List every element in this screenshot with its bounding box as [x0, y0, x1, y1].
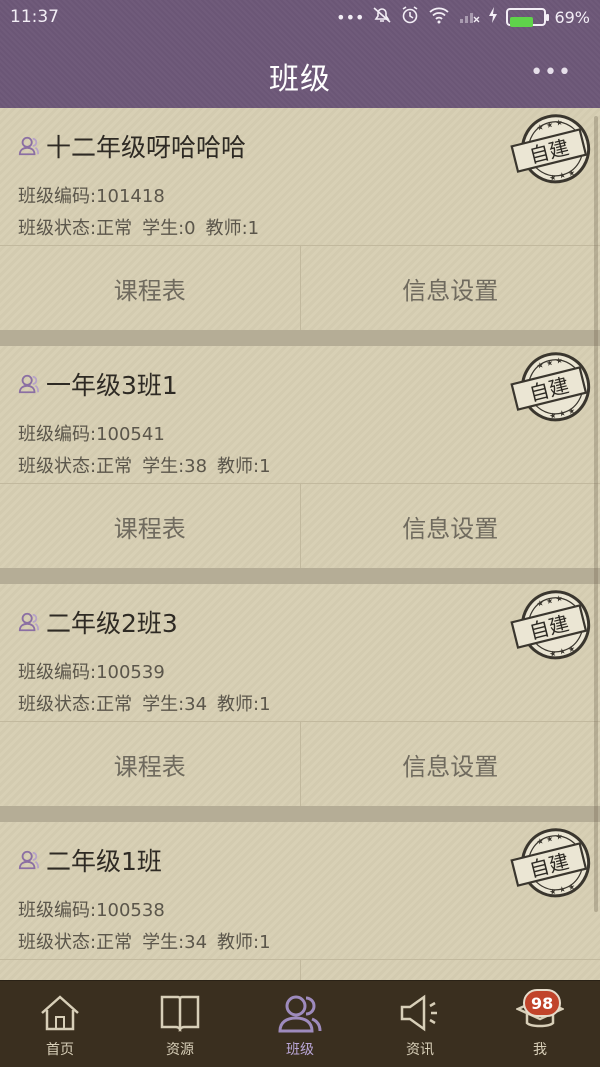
teacher-count: 教师:1	[217, 932, 271, 953]
class-status-line: 班级状态:正常 学生:34 教师:1	[18, 928, 281, 954]
status-icons: ••• 69%	[336, 6, 590, 28]
info-settings-button[interactable]: 信息设置	[299, 722, 600, 806]
class-actions: 课程表信息设置	[0, 483, 600, 568]
class-status-line: 班级状态:正常 学生:0 教师:1	[18, 214, 269, 240]
class-status: 班级状态:正常	[18, 694, 133, 715]
class-code: 班级编码:100538	[18, 900, 165, 921]
class-status-line: 班级状态:正常 学生:34 教师:1	[18, 690, 281, 716]
schedule-button[interactable]: 课程表	[0, 246, 300, 330]
class-list[interactable]: 十二年级呀哈哈哈 班级编码:101418 班级状态:正常 学生:0 教师:1 ★ ★ ★ ★…	[0, 108, 600, 980]
class-actions: 课程表信息设置	[0, 245, 600, 330]
tab-label: 首页	[46, 1042, 74, 1058]
class-name: 十二年级呀哈哈哈	[18, 128, 246, 164]
signal-icon	[458, 6, 480, 28]
class-status: 班级状态:正常	[18, 932, 133, 953]
stamp-icon: ★ ★ ★★ ★ ★自建	[510, 352, 591, 422]
info-settings-button[interactable]: 信息设置	[299, 484, 600, 568]
mute-icon	[372, 6, 392, 28]
class-name-text: 二年级1班	[46, 847, 162, 876]
battery-fill	[510, 17, 533, 27]
schedule-button[interactable]: 课程表	[0, 960, 300, 980]
info-settings-button[interactable]: 信息设置	[299, 246, 600, 330]
person-icon	[18, 374, 40, 394]
teacher-count: 教师:1	[205, 218, 260, 239]
class-card[interactable]: 十二年级呀哈哈哈班级编码:101418 班级状态:正常 学生:0 教师:1 ★ ★ ★ ★…	[0, 108, 600, 330]
student-count: 学生:34	[142, 932, 208, 953]
tab-label: 我	[533, 1042, 547, 1058]
megaphone-icon	[398, 981, 442, 1037]
student-count: 学生:38	[142, 456, 208, 477]
alarm-icon	[400, 6, 420, 28]
page-title: 班级	[269, 62, 331, 97]
teacher-count: 教师:1	[217, 694, 271, 715]
class-code: 班级编码:101418	[18, 186, 165, 207]
class-name-text: 十二年级呀哈哈哈	[46, 133, 247, 162]
wifi-icon	[428, 6, 450, 28]
tab-megaphone[interactable]: 资讯	[360, 981, 480, 1067]
class-status: 班级状态:正常	[18, 218, 133, 239]
more-dots-icon: •••	[336, 7, 365, 27]
class-name-text: 二年级2班3	[46, 609, 178, 638]
student-count: 学生:34	[142, 694, 208, 715]
tab-book[interactable]: 资源	[120, 981, 240, 1067]
class-code: 班级编码:100539	[18, 662, 165, 683]
student-count: 学生:0	[142, 218, 196, 239]
charging-icon	[488, 6, 498, 28]
person-icon	[18, 136, 40, 156]
class-card[interactable]: 一年级3班1 班级编码:100541 班级状态:正常 学生:38 教师:1 ★ ★ ★ ★ …	[0, 346, 600, 568]
tab-people[interactable]: 班级	[240, 981, 360, 1067]
tab-home[interactable]: 首页	[0, 981, 120, 1067]
tab-label: 资源	[166, 1042, 194, 1058]
schedule-button[interactable]: 课程表	[0, 484, 300, 568]
battery-percent: 69%	[554, 7, 590, 27]
class-code: 班级编码:100541	[18, 424, 165, 445]
class-actions: 课程表信息设置	[0, 959, 600, 980]
battery-icon	[506, 8, 550, 27]
app-screen: 11:37 ••• 69% 班级 ••• 十二年级呀哈哈哈 班级编码:10141…	[0, 0, 600, 1067]
tab-label: 班级	[286, 1042, 314, 1058]
schedule-button[interactable]: 课程表	[0, 722, 300, 806]
tab-graduation-cap[interactable]: 我 98	[480, 981, 600, 1067]
people-icon	[276, 981, 324, 1037]
class-name: 一年级3班1	[18, 366, 178, 402]
notification-badge: 98	[523, 989, 562, 1017]
scrollbar[interactable]	[594, 116, 598, 912]
stamp-icon: ★ ★ ★★ ★ ★自建	[510, 828, 591, 898]
class-card[interactable]: 二年级1班班级编码:100538 班级状态:正常 学生:34 教师:1 ★ ★ ★ ★ ★…	[0, 822, 600, 980]
class-status: 班级状态:正常	[18, 456, 133, 477]
class-actions: 课程表信息设置	[0, 721, 600, 806]
book-icon	[158, 981, 202, 1037]
class-status-line: 班级状态:正常 学生:38 教师:1	[18, 452, 281, 478]
class-name: 二年级1班	[18, 842, 162, 878]
header: 11:37 ••• 69% 班级 •••	[0, 0, 600, 108]
teacher-count: 教师:1	[217, 456, 271, 477]
more-icon[interactable]: •••	[530, 60, 572, 85]
person-icon	[18, 612, 40, 632]
home-icon	[38, 981, 82, 1037]
class-name-text: 一年级3班1	[46, 371, 178, 400]
class-name: 二年级2班3	[18, 604, 178, 640]
info-settings-button[interactable]: 信息设置	[299, 960, 600, 980]
tab-label: 资讯	[406, 1042, 434, 1058]
stamp-icon: ★ ★ ★★ ★ ★自建	[510, 114, 591, 184]
status-time: 11:37	[10, 7, 59, 27]
title-bar: 班级 •••	[0, 36, 600, 108]
person-icon	[18, 850, 40, 870]
status-bar: 11:37 ••• 69%	[0, 0, 600, 36]
bottom-tab-bar: 首页 资源 班级 资讯 我 98	[0, 980, 600, 1067]
class-card[interactable]: 二年级2班3 班级编码:100539 班级状态:正常 学生:34 教师:1 ★ ★ ★ ★ …	[0, 584, 600, 806]
stamp-icon: ★ ★ ★★ ★ ★自建	[510, 590, 591, 660]
